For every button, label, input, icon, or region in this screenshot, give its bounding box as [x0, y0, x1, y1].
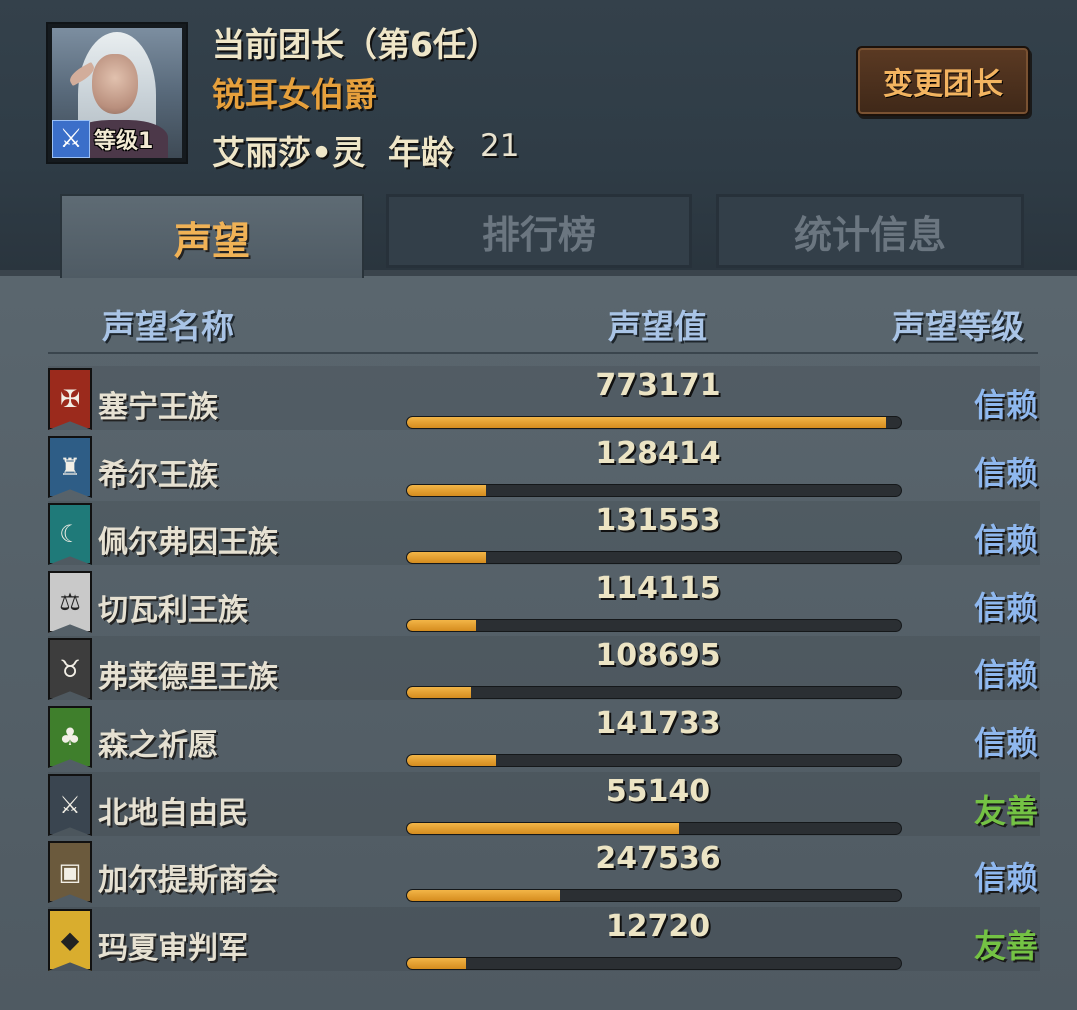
- level-badge: ⚔ 等级1: [52, 120, 153, 158]
- reputation-progress-fill: [407, 958, 467, 969]
- faction-row[interactable]: ♣ 森之祈愿 141733 信赖: [48, 704, 1040, 768]
- faction-row[interactable]: ⚖ 切瓦利王族 114115 信赖: [48, 569, 1040, 633]
- reputation-value: 114115: [595, 571, 721, 606]
- faction-name: 切瓦利王族: [98, 593, 248, 628]
- reputation-progress-fill: [407, 823, 679, 834]
- reputation-progress-fill: [407, 552, 487, 563]
- reputation-progress-bar: [406, 754, 902, 767]
- reputation-progress-bar: [406, 889, 902, 902]
- leader-title: 当前团长（第6任）: [212, 25, 499, 64]
- age-value: 21: [480, 128, 520, 164]
- faction-row[interactable]: ♜ 希尔王族 128414 信赖: [48, 434, 1040, 498]
- reputation-level: 信赖: [973, 589, 1038, 627]
- reputation-progress-bar: [406, 416, 902, 429]
- reputation-value: 773171: [595, 368, 721, 403]
- faction-name: 希尔王族: [98, 458, 218, 493]
- castle-icon: ♜: [48, 436, 92, 498]
- reputation-value: 141733: [595, 706, 721, 741]
- reputation-progress-fill: [407, 890, 561, 901]
- tab-ranking[interactable]: 排行榜: [386, 194, 692, 268]
- faction-name: 玛夏审判军: [98, 931, 248, 966]
- faction-row[interactable]: ⚔ 北地自由民 55140 友善: [48, 772, 1040, 836]
- column-header-value: 声望值: [608, 307, 707, 346]
- faction-name: 佩尔弗因王族: [98, 525, 278, 560]
- reputation-level: 信赖: [973, 521, 1038, 559]
- leader-name: 艾丽莎•灵: [212, 133, 366, 172]
- reputation-progress-fill: [407, 755, 496, 766]
- reputation-value: 108695: [595, 638, 721, 673]
- level-label: 等级1: [94, 129, 154, 154]
- reputation-progress-bar: [406, 551, 902, 564]
- faction-row[interactable]: ☾ 佩尔弗因王族 131553 信赖: [48, 501, 1040, 565]
- faction-row[interactable]: ◆ 玛夏审判军 12720 友善: [48, 907, 1040, 971]
- reputation-progress-bar: [406, 957, 902, 970]
- scales-icon: ⚖: [48, 571, 92, 633]
- tab-reputation[interactable]: 声望: [60, 194, 364, 278]
- change-leader-button[interactable]: 变更团长: [856, 46, 1030, 116]
- faction-name: 塞宁王族: [98, 390, 218, 425]
- reputation-value: 12720: [605, 909, 711, 944]
- column-header-name: 声望名称: [102, 307, 234, 346]
- tree-icon: ♣: [48, 706, 92, 768]
- age-label: 年龄: [388, 133, 454, 172]
- reputation-progress-fill: [407, 485, 487, 496]
- faction-row[interactable]: ♉ 弗莱德里王族 108695 信赖: [48, 636, 1040, 700]
- faction-name: 北地自由民: [98, 796, 248, 831]
- reputation-progress-fill: [407, 687, 472, 698]
- column-header-level: 声望等级: [892, 307, 1024, 346]
- reputation-level: 信赖: [973, 724, 1038, 762]
- faction-name: 森之祈愿: [98, 728, 218, 763]
- reputation-level: 信赖: [973, 386, 1038, 424]
- reputation-level: 友善: [973, 927, 1038, 965]
- crossed-axes-icon: ⚔: [48, 774, 92, 836]
- reputation-progress-fill: [407, 620, 477, 631]
- faction-row[interactable]: ✠ 塞宁王族 773171 信赖: [48, 366, 1040, 430]
- sword-cross-icon: ✠: [48, 368, 92, 430]
- reputation-progress-bar: [406, 686, 902, 699]
- reputation-progress-bar: [406, 484, 902, 497]
- reputation-level: 信赖: [973, 454, 1038, 492]
- reputation-value: 55140: [605, 774, 711, 809]
- reputation-progress-fill: [407, 417, 887, 428]
- treasure-chest-icon: ▣: [48, 841, 92, 903]
- reputation-progress-bar: [406, 619, 902, 632]
- header-divider: [48, 352, 1038, 354]
- reputation-level: 信赖: [973, 656, 1038, 694]
- tab-statistics[interactable]: 统计信息: [716, 194, 1024, 268]
- reputation-value: 131553: [595, 503, 721, 538]
- diamond-sigil-icon: ◆: [48, 909, 92, 971]
- reputation-value: 247536: [595, 841, 721, 876]
- sword-class-icon: ⚔: [52, 120, 90, 158]
- reputation-value: 128414: [595, 436, 721, 471]
- leader-rank: 锐耳女伯爵: [212, 75, 377, 114]
- faction-name: 加尔提斯商会: [98, 863, 278, 898]
- leader-portrait[interactable]: ⚔ 等级1: [46, 22, 188, 164]
- reputation-level: 友善: [973, 792, 1038, 830]
- beast-head-icon: ♉: [48, 638, 92, 700]
- reputation-level: 信赖: [973, 859, 1038, 897]
- reputation-progress-bar: [406, 822, 902, 835]
- faction-row[interactable]: ▣ 加尔提斯商会 247536 信赖: [48, 839, 1040, 903]
- faction-name: 弗莱德里王族: [98, 660, 278, 695]
- crescent-moon-icon: ☾: [48, 503, 92, 565]
